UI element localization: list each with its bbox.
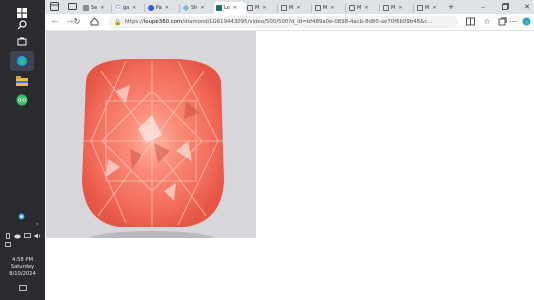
edge-copilot-button[interactable] (521, 17, 531, 27)
tab-2[interactable]: G ga ✕ (115, 2, 141, 14)
collections-icon (498, 17, 507, 26)
page-icon (315, 5, 321, 11)
tab-strip: Se ✕ G ga ✕ Pa ✕ Sh ✕ Lo ✕ M ✕ M ✕ M ✕ M… (45, 0, 534, 14)
page-icon (417, 5, 423, 11)
close-icon[interactable]: ✕ (165, 5, 169, 11)
task-view-button[interactable] (10, 32, 34, 52)
tab-label: M (289, 5, 294, 11)
more-menu-button[interactable]: ⋯ (508, 17, 518, 27)
workspaces-icon[interactable] (67, 2, 77, 12)
tab-label: M (425, 5, 430, 11)
maximize-button[interactable] (500, 2, 510, 12)
tab-label: Se (91, 5, 98, 11)
page-icon (383, 5, 389, 11)
chevron-right-icon[interactable]: › (36, 222, 42, 228)
page-content (45, 31, 534, 300)
home-icon (90, 17, 98, 26)
monitor-icon[interactable] (24, 233, 31, 239)
tab-1[interactable]: Se ✕ (83, 2, 109, 14)
close-icon[interactable]: ✕ (100, 5, 104, 11)
tab-label: M (391, 5, 396, 11)
edge-icon (17, 56, 27, 66)
tab-label: Lo (224, 5, 230, 11)
tab-label: Sh (191, 5, 198, 11)
new-tab-button[interactable]: + (446, 2, 456, 12)
back-button[interactable]: ← (50, 17, 60, 27)
pink-diamond-image (82, 59, 224, 238)
clock-time[interactable]: 4:58 PM (0, 257, 45, 264)
edge-taskbar-button[interactable] (10, 51, 34, 71)
close-icon[interactable]: ✕ (233, 5, 237, 11)
close-icon[interactable]: ✕ (398, 5, 402, 11)
close-icon[interactable]: ✕ (330, 5, 334, 11)
tab-label: Pa (156, 5, 162, 11)
tab-6[interactable]: M ✕ (247, 2, 275, 14)
copilot-icon[interactable] (18, 213, 25, 220)
tab-label: M (255, 5, 260, 11)
tab-11[interactable]: M ✕ (417, 2, 445, 14)
close-icon[interactable]: ✕ (262, 5, 266, 11)
lock-icon: 🔒 (114, 18, 122, 26)
split-screen-button[interactable] (465, 17, 475, 27)
tab-7[interactable]: M ✕ (281, 2, 309, 14)
close-icon[interactable]: ✕ (432, 5, 436, 11)
tab-9[interactable]: M ✕ (349, 2, 377, 14)
url-path: /diamond/LG619443095/video/500/500?d_id=… (182, 19, 433, 25)
minimize-button[interactable]: – (478, 2, 488, 12)
cloud-icon[interactable] (14, 233, 21, 239)
clock-day[interactable]: Saturday (0, 264, 45, 271)
diamond-icon (182, 4, 190, 12)
tab-10[interactable]: M ✕ (383, 2, 411, 14)
page-icon (247, 5, 253, 11)
loupe-icon (216, 5, 222, 11)
url-protocol: https:// (124, 19, 144, 25)
task-view-icon (17, 37, 27, 46)
home-button[interactable] (89, 17, 99, 27)
close-icon[interactable]: ✕ (296, 5, 300, 11)
edge-browser-window: Se ✕ G ga ✕ Pa ✕ Sh ✕ Lo ✕ M ✕ M ✕ M ✕ M… (45, 0, 534, 300)
page-icon (281, 5, 287, 11)
page-icon (83, 5, 89, 11)
google-icon: G (115, 5, 121, 11)
tab-label: M (357, 5, 362, 11)
windows-taskbar: › 4:58 PM Saturday 8/10/2024 (0, 0, 45, 300)
display-switch-icon[interactable] (5, 242, 11, 248)
clock-date[interactable]: 8/10/2024 (0, 271, 45, 278)
favorites-button[interactable]: ☆ (482, 17, 492, 27)
volume-icon[interactable] (34, 233, 41, 239)
diamond-video-player[interactable] (46, 31, 256, 238)
close-icon[interactable]: ✕ (200, 5, 204, 11)
search-icon (17, 20, 27, 30)
tab-8[interactable]: M ✕ (315, 2, 343, 14)
navigation-toolbar: ← → ↻ 🔒 https://loupe360.com/diamond/LG6… (45, 14, 534, 31)
profile-icon[interactable] (49, 2, 59, 12)
file-explorer-button[interactable] (10, 71, 34, 91)
battery-icon[interactable] (5, 233, 11, 239)
address-bar[interactable]: 🔒 https://loupe360.com/diamond/LG6194430… (108, 16, 458, 28)
restore-icon (501, 3, 509, 10)
page-icon (349, 5, 355, 11)
owl-icon (16, 94, 28, 106)
tab-5-active[interactable]: Lo ✕ (214, 2, 246, 14)
split-screen-icon (465, 17, 475, 26)
notifications-icon[interactable] (19, 285, 27, 292)
refresh-button[interactable]: ↻ (72, 17, 82, 27)
close-icon[interactable]: ✕ (132, 5, 136, 11)
tab-3[interactable]: Pa ✕ (148, 2, 176, 14)
tab-label: ga (123, 5, 130, 11)
collections-button[interactable] (497, 17, 507, 27)
close-icon[interactable]: ✕ (364, 5, 368, 11)
close-window-button[interactable]: ✕ (522, 2, 532, 12)
tab-4[interactable]: Sh ✕ (182, 2, 211, 14)
folder-icon (16, 76, 28, 86)
tab-label: M (323, 5, 328, 11)
heart-icon (148, 5, 154, 11)
url-host: loupe360.com (143, 19, 183, 25)
tripadvisor-button[interactable] (10, 90, 34, 110)
copilot-icon (522, 17, 530, 26)
